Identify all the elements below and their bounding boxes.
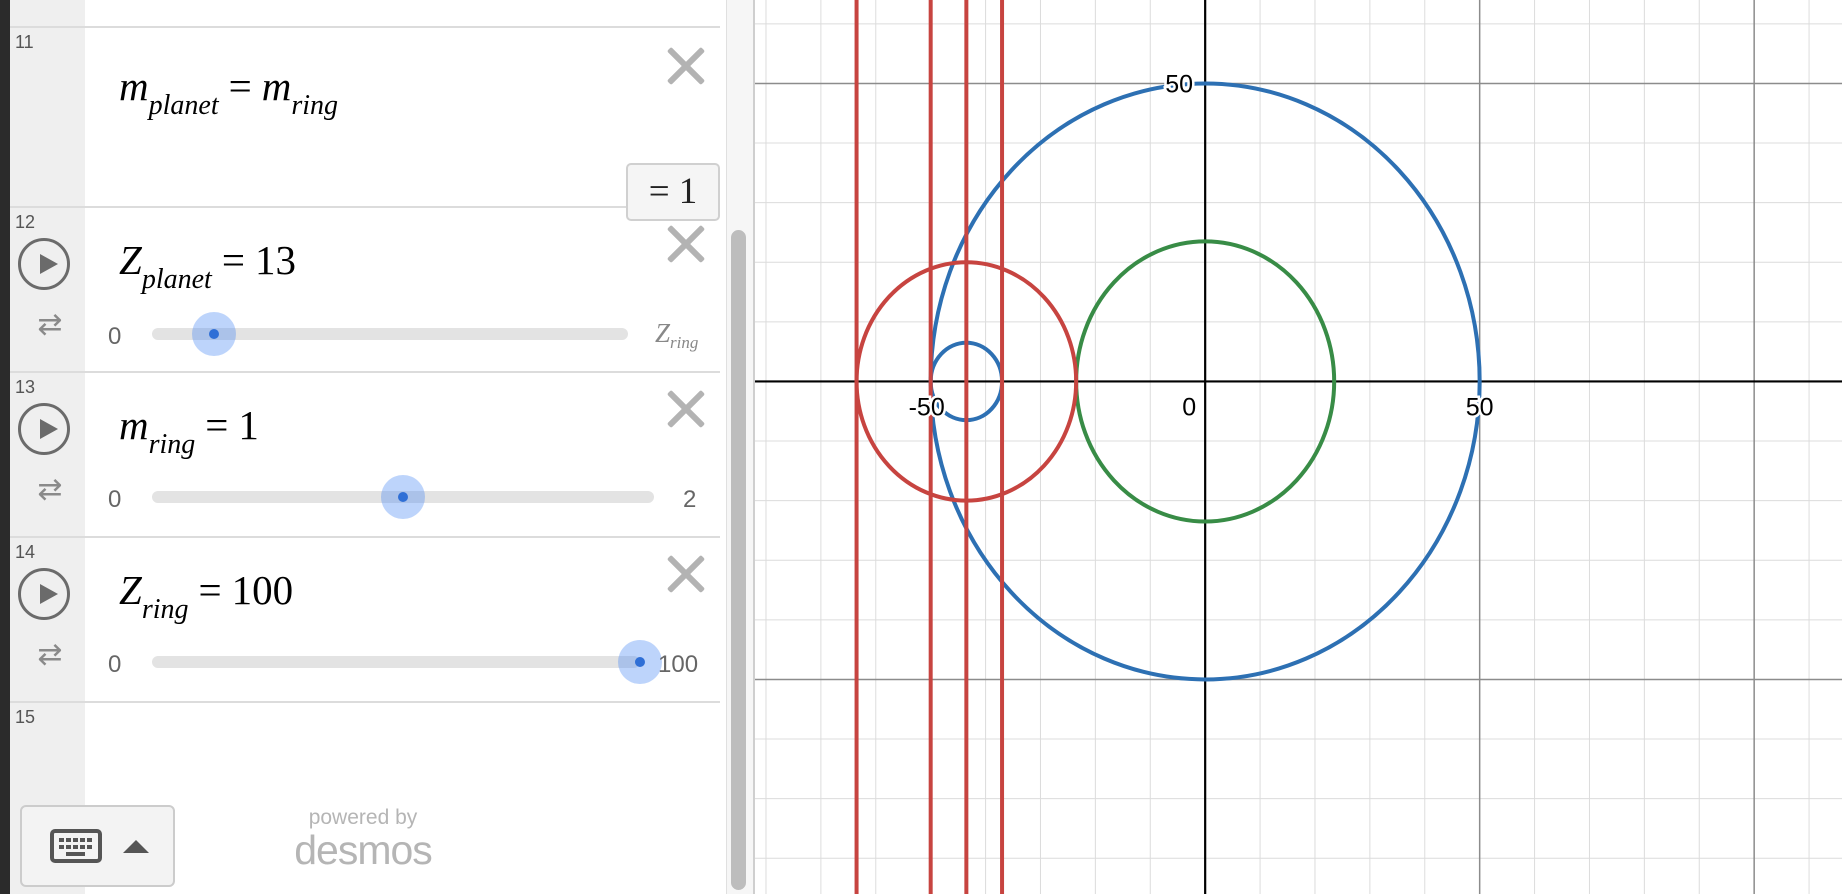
expression-row-11[interactable]: 11 mplanet = mring = 1 bbox=[10, 28, 720, 221]
desmos-calculator: 11 mplanet = mring = 1 12 ⇄ Zplanet = 13 0 Z… bbox=[0, 0, 1842, 894]
slider-max[interactable]: 100 bbox=[658, 651, 698, 679]
slider-track[interactable] bbox=[152, 656, 640, 668]
curves bbox=[854, 0, 1482, 894]
formula-operator: = bbox=[221, 237, 245, 283]
tick-labels: -50 0 50 50 bbox=[906, 68, 1496, 424]
formula-operator: = bbox=[198, 567, 222, 613]
formula-lhs: Z bbox=[119, 237, 142, 283]
formula-lhs-subscript: ring bbox=[141, 594, 189, 625]
delete-expression-button[interactable] bbox=[664, 44, 708, 88]
axes bbox=[755, 0, 1842, 894]
window-edge bbox=[0, 0, 10, 894]
powered-by-desmos[interactable]: powered by desmos bbox=[283, 806, 443, 873]
formula-value: 100 bbox=[231, 567, 294, 613]
expression-list: 11 mplanet = mring = 1 12 ⇄ Zplanet = 13 0 Z… bbox=[0, 0, 753, 894]
formula-operator: = bbox=[205, 402, 229, 448]
slider-max-subscript: ring bbox=[670, 333, 699, 352]
expression-formula[interactable]: mring = 1 bbox=[119, 401, 259, 459]
keyboard-toggle-button[interactable] bbox=[20, 805, 175, 887]
slider-max-symbol: Z bbox=[655, 318, 671, 348]
slider-max[interactable]: Zring bbox=[655, 318, 698, 353]
caret-up-icon bbox=[123, 840, 149, 853]
formula-lhs-subscript: planet bbox=[148, 90, 219, 121]
play-icon[interactable] bbox=[18, 403, 70, 455]
row-number: 12 bbox=[15, 212, 36, 232]
delete-expression-button[interactable] bbox=[664, 222, 708, 266]
formula-lhs-subscript: ring bbox=[148, 429, 196, 460]
formula-rhs-subscript: ring bbox=[291, 90, 339, 121]
x-tick-label: -50 bbox=[909, 393, 945, 421]
delete-expression-button[interactable] bbox=[664, 552, 708, 596]
grid-major bbox=[755, 0, 1842, 894]
graph-canvas[interactable]: -50 0 50 50 bbox=[755, 0, 1842, 894]
slider-handle[interactable] bbox=[618, 640, 662, 684]
play-icon[interactable] bbox=[18, 568, 70, 620]
expression-formula[interactable]: Zplanet = 13 bbox=[119, 236, 296, 294]
expression-row-12[interactable]: 12 ⇄ Zplanet = 13 0 Zring bbox=[10, 208, 720, 373]
row-number: 14 bbox=[15, 542, 36, 562]
formula-value: 13 bbox=[254, 237, 296, 283]
keyboard-icon bbox=[50, 829, 102, 863]
desmos-logo: desmos bbox=[294, 827, 433, 873]
formula-lhs: m bbox=[119, 63, 149, 109]
slider-max[interactable]: 2 bbox=[683, 486, 696, 514]
loop-icon[interactable]: ⇄ bbox=[34, 310, 66, 340]
slider-min[interactable]: 0 bbox=[108, 323, 121, 351]
slider-min[interactable]: 0 bbox=[108, 486, 121, 514]
formula-lhs: m bbox=[119, 402, 149, 448]
slider-handle[interactable] bbox=[191, 312, 236, 356]
expression-row-partial bbox=[10, 0, 720, 28]
expression-formula[interactable]: mplanet = mring bbox=[119, 62, 338, 120]
grid-minor bbox=[755, 0, 1842, 894]
loop-icon[interactable]: ⇄ bbox=[34, 475, 66, 505]
formula-operator: = bbox=[228, 63, 252, 109]
x-tick-label: 50 bbox=[1466, 393, 1494, 421]
play-icon[interactable] bbox=[18, 238, 70, 290]
row-number: 15 bbox=[15, 707, 36, 727]
expression-formula[interactable]: Zring = 100 bbox=[119, 566, 294, 624]
delete-expression-button[interactable] bbox=[664, 387, 708, 431]
slider-handle[interactable] bbox=[381, 475, 425, 519]
expression-row-14[interactable]: 14 ⇄ Zring = 100 0 100 bbox=[10, 538, 720, 703]
loop-icon[interactable]: ⇄ bbox=[34, 640, 66, 670]
origin-tick-label: 0 bbox=[1182, 393, 1196, 421]
slider-min[interactable]: 0 bbox=[108, 651, 121, 679]
row-number: 11 bbox=[15, 32, 34, 52]
row-number: 13 bbox=[15, 377, 36, 397]
formula-value: 1 bbox=[238, 402, 259, 448]
formula-lhs-subscript: planet bbox=[141, 264, 212, 295]
formula-lhs: Z bbox=[119, 567, 142, 613]
scrollbar-thumb[interactable] bbox=[731, 230, 746, 890]
expression-row-13[interactable]: 13 ⇄ mring = 1 0 2 bbox=[10, 373, 720, 538]
y-tick-label: 50 bbox=[1165, 70, 1193, 98]
formula-rhs: m bbox=[261, 63, 292, 109]
